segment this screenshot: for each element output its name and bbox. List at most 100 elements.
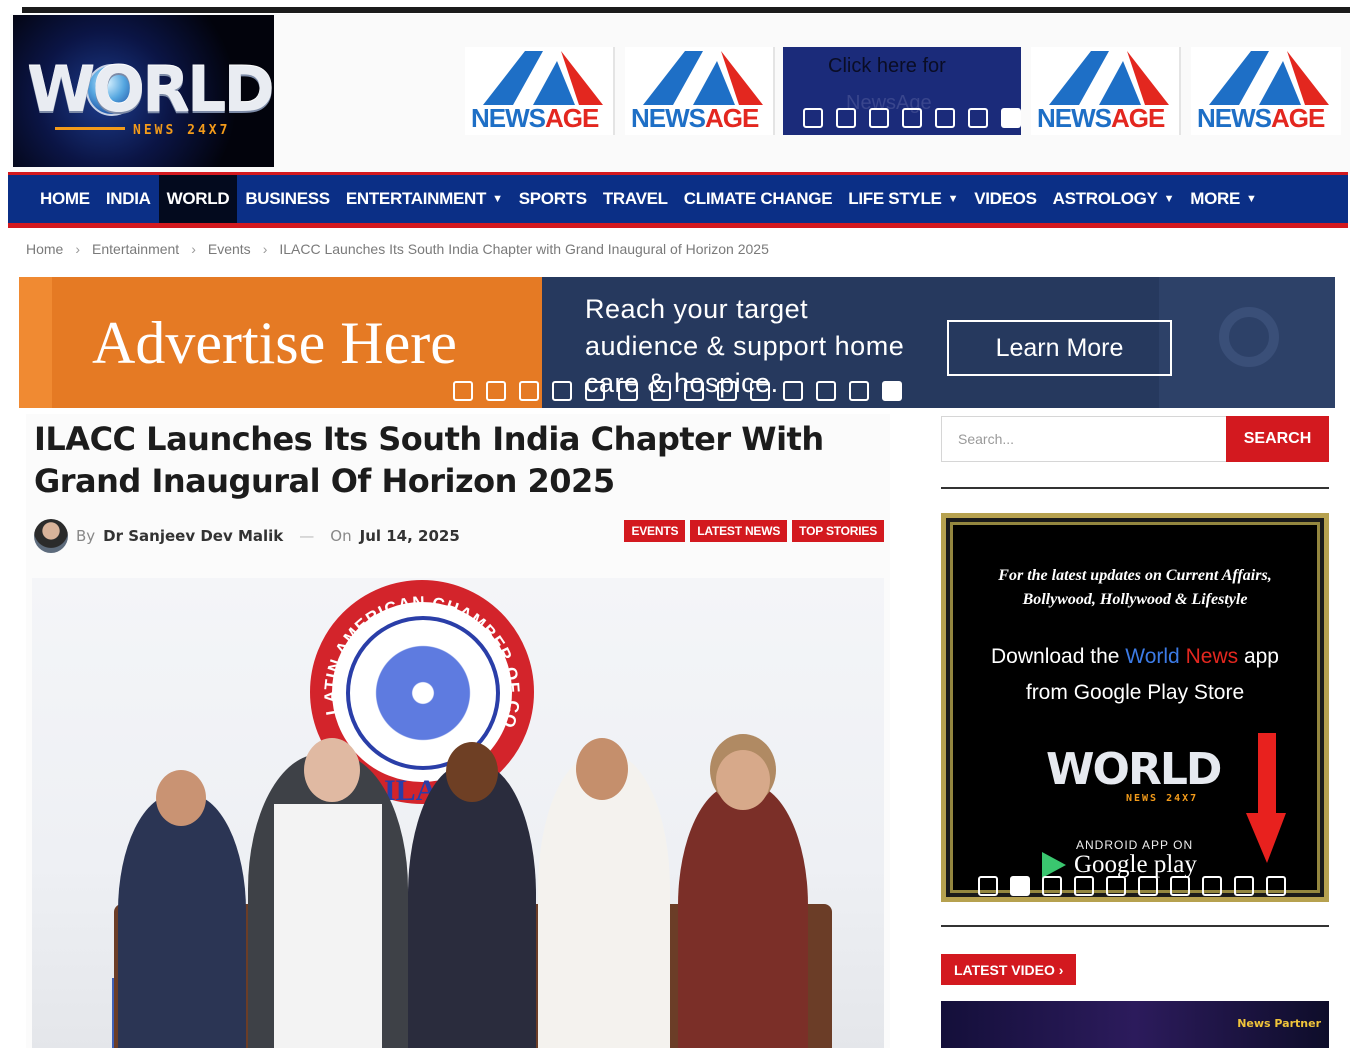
slider-dot[interactable] [1010,876,1030,896]
slider-dot[interactable] [836,108,856,128]
on-label: On [330,527,352,545]
slider-dot[interactable] [684,381,704,401]
person [408,764,536,1048]
nav-label: HOME [40,189,90,208]
nav-item-business[interactable]: BUSINESS [237,175,338,223]
slider-dot[interactable] [1234,876,1254,896]
slider-dot[interactable] [882,381,902,401]
slider-dot[interactable] [1001,108,1021,128]
nav-item-travel[interactable]: TRAVEL [595,175,676,223]
slider-dot[interactable] [968,108,988,128]
site-logo[interactable]: WORLD NEWS 24X7 [13,15,275,167]
slider-dot[interactable] [869,108,889,128]
slider-dot[interactable] [519,381,539,401]
slider-dot[interactable] [585,381,605,401]
slider-dot[interactable] [750,381,770,401]
person [118,794,246,1048]
store-name: Google play [1074,851,1197,878]
author-name[interactable]: Dr Sanjeev Dev Malik [103,527,283,545]
slider-dot[interactable] [849,381,869,401]
slider-dot[interactable] [803,108,823,128]
slider-dot[interactable] [1266,876,1286,896]
person-head [156,770,206,826]
breadcrumb-entertainment[interactable]: Entertainment [92,241,179,257]
nav-label: TRAVEL [602,189,668,208]
slider-dot[interactable] [618,381,638,401]
slider-dot[interactable] [717,381,737,401]
nav-item-india[interactable]: INDIA [98,175,159,223]
nav-item-more[interactable]: MORE ▼ [1182,175,1264,223]
home-care-icon [1159,277,1335,408]
newsage-logo: NEWSAGE [1191,47,1341,135]
nav-label: MORE [1190,189,1241,208]
newsage-suffix: AGE [545,103,599,133]
slider-dot[interactable] [1042,876,1062,896]
person-head [446,742,498,802]
publish-date: Jul 14, 2025 [359,527,460,545]
slider-dot[interactable] [453,381,473,401]
logo-tagline: NEWS 24X7 [133,123,231,138]
slider-dot[interactable] [978,876,998,896]
divider [941,925,1329,927]
slider-dot[interactable] [1170,876,1190,896]
chevron-down-icon: ▼ [947,193,959,205]
nav-item-entertainment[interactable]: ENTERTAINMENT ▼ [338,175,511,223]
nav-label: VIDEOS [974,189,1037,208]
slider-dot[interactable] [902,108,922,128]
app-promo-ad[interactable]: For the latest updates on Current Affair… [941,513,1329,902]
nav-label: CLIMATE CHANGE [683,189,833,208]
nav-item-home[interactable]: HOME [32,175,98,223]
slider-dot[interactable] [1202,876,1222,896]
latest-video-heading[interactable]: LATEST VIDEO › [941,954,1077,985]
breadcrumb-events[interactable]: Events [208,241,251,257]
app-logo-tagline: NEWS 24X7 [1126,793,1199,804]
tag-latest-news[interactable]: LATEST NEWS [690,520,788,542]
tag-events[interactable]: EVENTS [624,520,686,542]
newsage-prefix: NEWS [1037,103,1112,133]
breadcrumb: Home › Entertainment › Events › ILACC La… [26,241,769,257]
nav-item-videos[interactable]: VIDEOS [966,175,1044,223]
newsage-suffix: AGE [1271,103,1325,133]
latest-video-thumbnail[interactable]: News Partner [941,1001,1329,1048]
slider-dot[interactable] [486,381,506,401]
google-play-badge[interactable]: Google play [1042,851,1197,879]
search-button[interactable]: SEARCH [1226,416,1329,462]
slider-dot[interactable] [783,381,803,401]
tagline-line2: Bollywood, Hollywood & Lifestyle [1022,591,1248,608]
nav-item-climate-change[interactable]: CLIMATE CHANGE [676,175,840,223]
slider-dot[interactable] [935,108,955,128]
nav-label: INDIA [105,189,151,208]
nav-label: ASTROLOGY [1052,189,1158,208]
nav-item-life-style[interactable]: LIFE STYLE ▼ [840,175,966,223]
chevron-right-icon: › [262,241,268,257]
advertise-banner[interactable]: Advertise Here Reach your target audienc… [19,277,1335,408]
chevron-right-icon: › [191,241,196,257]
chevron-right-icon: › [75,241,81,257]
nav-label: SPORTS [518,189,587,208]
slider-dot[interactable] [1074,876,1094,896]
header-ad-banner[interactable]: NEWSAGE NEWSAGE Click here for NewsAge N… [465,47,1343,135]
slider-dot[interactable] [1138,876,1158,896]
author-avatar[interactable] [34,519,68,553]
chevron-down-icon: ▼ [492,193,503,205]
nav-label: BUSINESS [245,189,330,208]
svg-text:LATIN AMERICAN CHAMBER OF COMM: LATIN AMERICAN CHAMBER OF COMMERCE [310,580,523,731]
nav-item-astrology[interactable]: ASTROLOGY ▼ [1045,175,1183,223]
article: ILACC Launches Its South India Chapter W… [26,414,890,1048]
nav-item-sports[interactable]: SPORTS [511,175,595,223]
article-meta: By Dr Sanjeev Dev Malik — On Jul 14, 202… [34,519,460,553]
nav-label: ENTERTAINMENT [345,189,487,208]
newsage-suffix: AGE [1111,103,1165,133]
newsage-prefix: NEWS [631,103,706,133]
search-input[interactable] [941,416,1227,462]
nav-item-world[interactable]: WORLD [158,175,238,223]
breadcrumb-home[interactable]: Home [26,241,63,257]
learn-more-button[interactable]: Learn More [947,320,1172,376]
slider-dot[interactable] [816,381,836,401]
tag-top-stories[interactable]: TOP STORIES [792,520,884,542]
video-overlay-text: News Partner [1237,1017,1321,1030]
slider-dot[interactable] [1106,876,1126,896]
breadcrumb-current: ILACC Launches Its South India Chapter w… [279,241,769,257]
slider-dot[interactable] [651,381,671,401]
slider-dot[interactable] [552,381,572,401]
